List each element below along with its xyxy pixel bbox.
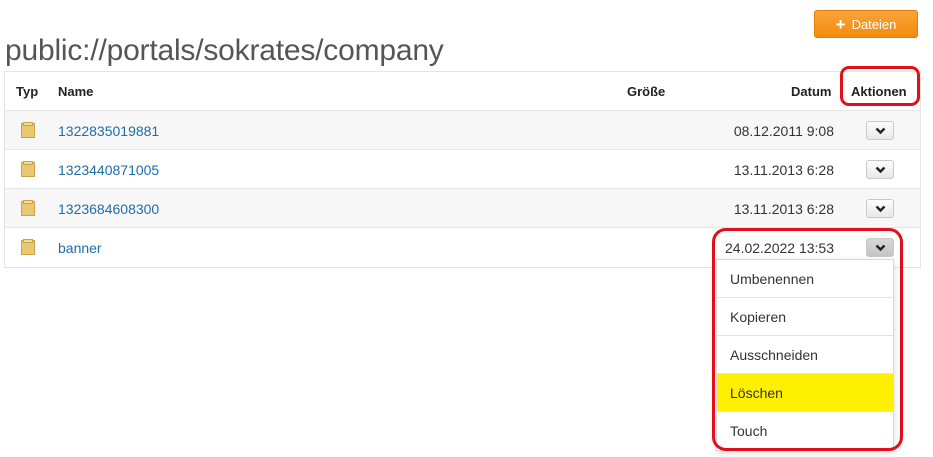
folder-icon — [21, 200, 35, 216]
table-row: 1323684608300 13.11.2013 6:28 — [5, 189, 920, 228]
column-header-actions: Aktionen — [851, 84, 907, 99]
menu-item-rename[interactable]: Umbenennen — [717, 260, 893, 298]
actions-dropdown-menu: Umbenennen Kopieren Ausschneiden Löschen… — [716, 259, 894, 451]
folder-icon — [21, 239, 35, 255]
folder-link[interactable]: 1322835019881 — [58, 123, 159, 139]
folder-icon — [21, 161, 35, 177]
folder-link[interactable]: banner — [58, 240, 102, 256]
actions-dropdown-button[interactable] — [866, 121, 894, 140]
chevron-down-icon — [875, 244, 885, 251]
file-date: 13.11.2013 6:28 — [733, 162, 834, 178]
folder-icon — [21, 122, 35, 138]
menu-item-copy[interactable]: Kopieren — [717, 298, 893, 336]
chevron-down-icon — [875, 127, 885, 134]
file-date: 24.02.2022 13:53 — [725, 240, 834, 256]
table-row: 1322835019881 08.12.2011 9:08 — [5, 111, 920, 150]
plus-icon: + — [835, 14, 846, 34]
actions-dropdown-button[interactable] — [866, 199, 894, 218]
actions-dropdown-button[interactable] — [866, 160, 894, 179]
menu-item-touch[interactable]: Touch — [717, 412, 893, 450]
file-date: 13.11.2013 6:28 — [733, 201, 834, 217]
folder-link[interactable]: 1323440871005 — [58, 162, 159, 178]
column-header-date[interactable]: Datum — [791, 84, 831, 99]
chevron-down-icon — [875, 205, 885, 212]
column-header-size[interactable]: Größe — [627, 84, 665, 99]
menu-item-delete[interactable]: Löschen — [717, 374, 893, 412]
file-table: Typ Name Größe Datum Aktionen 1322835019… — [4, 71, 921, 268]
folder-link[interactable]: 1323684608300 — [58, 201, 159, 217]
table-header: Typ Name Größe Datum Aktionen — [5, 72, 920, 111]
file-date: 08.12.2011 9:08 — [733, 123, 834, 139]
add-files-label: Dateien — [851, 16, 897, 32]
column-header-name[interactable]: Name — [58, 84, 93, 99]
table-row: 1323440871005 13.11.2013 6:28 — [5, 150, 920, 189]
chevron-down-icon — [875, 166, 885, 173]
add-files-button[interactable]: + Dateien — [814, 10, 918, 38]
actions-dropdown-button[interactable] — [866, 238, 894, 257]
column-header-type[interactable]: Typ — [16, 84, 38, 99]
menu-item-cut[interactable]: Ausschneiden — [717, 336, 893, 374]
page-title: public://portals/sokrates/company — [5, 34, 444, 68]
